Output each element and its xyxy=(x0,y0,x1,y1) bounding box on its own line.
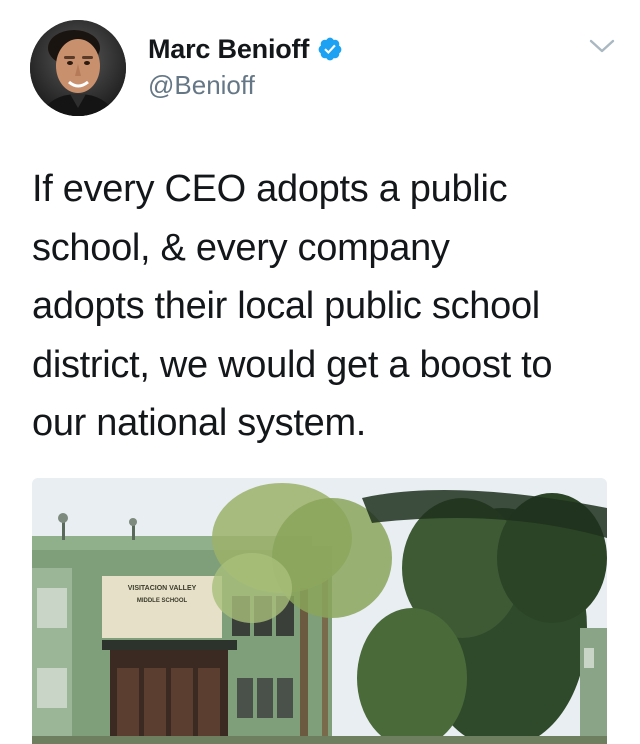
tweet-text-line: our national system. xyxy=(32,402,367,444)
author-names: Marc Benioff @Benioff xyxy=(148,32,343,101)
tweet-card: Marc Benioff @Benioff If every CEO adopt… xyxy=(0,0,640,744)
tweet-text-line: district, we would get a boost to xyxy=(32,343,553,386)
tweet-media-photo[interactable]: VISITACION VALLEY MIDDLE SCHOOL xyxy=(32,478,607,744)
tweet-header: Marc Benioff @Benioff xyxy=(30,20,620,120)
building-sign-line2: MIDDLE SCHOOL xyxy=(137,598,188,604)
building-sign-line1: VISITACION VALLEY xyxy=(128,585,197,592)
chevron-down-icon[interactable] xyxy=(588,36,616,56)
handle[interactable]: @Benioff xyxy=(148,70,343,101)
display-name-row: Marc Benioff xyxy=(148,32,343,66)
tweet-text: If every CEO adopts a public school, & e… xyxy=(32,160,612,453)
tweet-text-line: If every CEO adopts a public xyxy=(32,168,508,210)
tweet-text-line: adopts their local public school xyxy=(32,285,540,327)
avatar[interactable] xyxy=(30,20,126,116)
display-name[interactable]: Marc Benioff xyxy=(148,34,309,65)
verified-badge-icon xyxy=(317,36,343,62)
tweet-text-line: school, & every company xyxy=(32,226,450,269)
